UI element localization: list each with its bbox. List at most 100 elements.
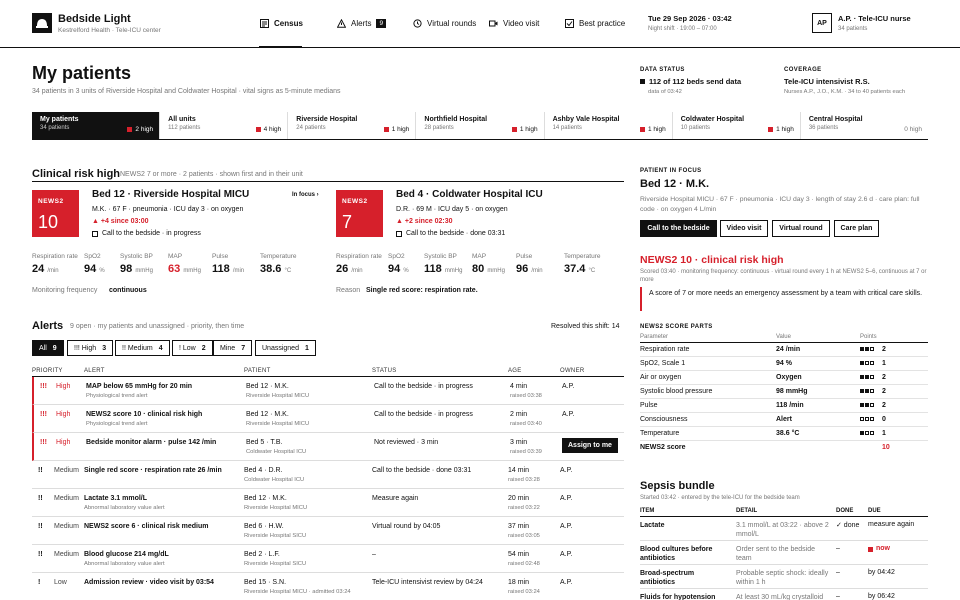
vital-resp: Respiration rate 24 /min bbox=[32, 253, 78, 275]
bundle-row: Fluids for hypotension At least 30 mL/kg … bbox=[640, 589, 928, 600]
filter-all[interactable]: All 9 bbox=[32, 340, 64, 356]
tab-central[interactable]: Central Hospital 36 patients 0 high bbox=[801, 112, 928, 139]
tab-name: Riverside Hospital bbox=[296, 116, 358, 123]
alert-kind: Physiological trend alert bbox=[86, 393, 148, 399]
filter-mine[interactable]: Mine 7 bbox=[213, 340, 253, 356]
score-part-row: Systolic blood pressure 98 mmHg 2 bbox=[640, 385, 928, 399]
points-dots bbox=[860, 389, 874, 393]
bundle-done[interactable]: – bbox=[836, 569, 840, 576]
bundle-done[interactable]: ✓ done bbox=[836, 521, 859, 529]
bundle-done[interactable]: – bbox=[836, 545, 840, 552]
priority-level: Medium bbox=[54, 495, 79, 502]
tab-all-units[interactable]: All units 112 patients 4 high bbox=[160, 112, 289, 139]
alert-raised: raised 03:39 bbox=[510, 449, 542, 455]
bundle-row: Broad-spectrum antibiotics Probable septi… bbox=[640, 565, 928, 589]
assign-to-me-button[interactable]: Assign to me bbox=[562, 438, 618, 453]
in-focus-link[interactable]: In focus › bbox=[292, 192, 319, 198]
user-name: A.P. · Tele-ICU nurse bbox=[838, 14, 911, 23]
nav-alerts[interactable]: Alerts 9 bbox=[337, 19, 387, 28]
alert-patient[interactable]: Bed 12 · M.K. bbox=[246, 383, 309, 390]
alert-patient[interactable]: Bed 6 · H.W. bbox=[244, 523, 306, 530]
alert-raised: raised 03:40 bbox=[510, 421, 542, 427]
alert-raised: raised 02:48 bbox=[508, 561, 540, 567]
coverage-sub: Nurses A.P., J.O., K.M. · 34 to 40 patie… bbox=[784, 89, 906, 95]
alert-status: Measure again bbox=[372, 495, 419, 502]
care-plan-button[interactable]: Care plan bbox=[834, 220, 879, 237]
alert-kind: Abnormal laboratory value alert bbox=[84, 561, 165, 567]
score-part-row: Consciousness Alert 0 bbox=[640, 413, 928, 427]
score-part-row: SpO2, Scale 1 94 % 1 bbox=[640, 357, 928, 371]
score-part-row: Temperature 38.6 °C 1 bbox=[640, 427, 928, 441]
tab-coldwater[interactable]: Coldwater Hospital 10 patients 1 high bbox=[673, 112, 801, 139]
alert-status: Call to the bedside · in progress bbox=[374, 411, 473, 418]
focus-label: PATIENT IN FOCUS bbox=[640, 168, 702, 174]
alert-row[interactable]: ! Low Admission review · video visit by 03… bbox=[32, 573, 624, 600]
patient-bed-title[interactable]: Bed 4 · Coldwater Hospital ICU bbox=[396, 189, 543, 200]
score-part-row: Respiration rate 24 /min 2 bbox=[640, 343, 928, 357]
tab-riverside[interactable]: Riverside Hospital 24 patients 1 high bbox=[288, 112, 417, 139]
alert-patient[interactable]: Bed 12 · M.K. bbox=[246, 411, 309, 418]
part-points: 0 bbox=[882, 416, 886, 423]
alert-owner: A.P. bbox=[560, 467, 573, 474]
nav-census[interactable]: Census bbox=[260, 19, 303, 28]
score-delta: ▲ +4 since 03:00 bbox=[92, 218, 149, 225]
focus-description: Riverside Hospital MICU · 67 F · pneumon… bbox=[640, 196, 920, 213]
nav-best-practice[interactable]: Best practice bbox=[565, 19, 625, 28]
alert-row[interactable]: !!! High Bedside monitor alarm · pulse 142… bbox=[32, 433, 624, 461]
alert-patient[interactable]: Bed 15 · S.N. bbox=[244, 579, 351, 586]
patient-summary: D.R. · 69 M · ICU day 5 · on oxygen bbox=[396, 206, 508, 213]
alert-row[interactable]: !! Medium Single red score · respiration r… bbox=[32, 461, 624, 489]
col-alert: ALERT bbox=[84, 368, 105, 374]
shift-label: Night shift · 19:00 – 07:00 bbox=[648, 26, 717, 32]
priority-mark: !! bbox=[38, 551, 43, 558]
vital-map: MAP 80 mmHg bbox=[472, 253, 505, 275]
nav-virtual-rounds[interactable]: Virtual rounds bbox=[413, 19, 476, 28]
filter-high[interactable]: !!! High 3 bbox=[67, 340, 114, 356]
alert-row[interactable]: !! Medium Blood glucose 214 mg/dL Abnormal … bbox=[32, 545, 624, 573]
alert-row[interactable]: !! Medium Lactate 3.1 mmol/L Abnormal labor… bbox=[32, 489, 624, 517]
alert-age: 2 min bbox=[510, 411, 528, 418]
priority-level: Low bbox=[54, 579, 67, 586]
alert-status: Tele-ICU intensivist review by 04:24 bbox=[372, 579, 483, 586]
alert-row[interactable]: !!! High NEWS2 score 10 · clinical risk hi… bbox=[32, 405, 624, 433]
alert-patient[interactable]: Bed 5 · T.B. bbox=[246, 439, 306, 446]
bundle-done[interactable]: – bbox=[836, 593, 840, 600]
clock-date: Tue 29 Sep 2026 · 03:42 bbox=[648, 14, 732, 23]
alert-row[interactable]: !! Medium NEWS2 score 6 · clinical risk me… bbox=[32, 517, 624, 545]
part-points: 2 bbox=[882, 402, 886, 409]
nav-label: Video visit bbox=[503, 19, 540, 28]
tab-ashby-vale[interactable]: Ashby Vale Hospital 14 patients 1 high bbox=[545, 112, 673, 139]
alert-patient[interactable]: Bed 2 · L.F. bbox=[244, 551, 306, 558]
alert-unit: Coldwater Hospital ICU bbox=[244, 477, 305, 483]
priority-level: Medium bbox=[54, 551, 79, 558]
virtual-round-button[interactable]: Virtual round bbox=[772, 220, 830, 237]
alert-patient[interactable]: Bed 12 · M.K. bbox=[244, 495, 307, 502]
bundle-item: Fluids for hypotension bbox=[640, 594, 716, 600]
action-status: Call to the bedside · done 03:31 bbox=[396, 230, 505, 237]
tab-northfield[interactable]: Northfield Hospital 28 patients 1 high bbox=[416, 112, 545, 139]
filter-medium[interactable]: !! Medium 4 bbox=[115, 340, 170, 356]
rounds-icon bbox=[413, 19, 422, 28]
points-dots bbox=[860, 431, 874, 435]
patient-bed-title[interactable]: Bed 12 · Riverside Hospital MICU bbox=[92, 189, 249, 200]
nav-video-visit[interactable]: Video visit bbox=[489, 19, 539, 28]
alert-patient[interactable]: Bed 4 · D.R. bbox=[244, 467, 304, 474]
part-value: Alert bbox=[776, 416, 792, 423]
call-bedside-button[interactable]: Call to the bedside bbox=[640, 220, 717, 237]
alert-title: NEWS2 score 10 · clinical risk high bbox=[86, 411, 203, 418]
filter-low[interactable]: ! Low 2 bbox=[172, 340, 213, 356]
filter-unassigned[interactable]: Unassigned 1 bbox=[255, 340, 316, 356]
tab-my-patients[interactable]: My patients 34 patients 2 high bbox=[32, 112, 161, 139]
nav-label: Best practice bbox=[579, 19, 626, 28]
action-status-text: Call to the bedside · in progress bbox=[102, 230, 201, 237]
points-dots bbox=[860, 403, 874, 407]
video-visit-button[interactable]: Video visit bbox=[720, 220, 768, 237]
high-count: 4 high bbox=[255, 126, 281, 133]
checklist-icon bbox=[565, 19, 574, 28]
checkbox-icon bbox=[396, 230, 402, 237]
alert-row[interactable]: !!! High MAP below 65 mmHg for 20 min Physi… bbox=[32, 377, 624, 405]
census-icon bbox=[260, 19, 269, 28]
part-value: 24 /min bbox=[776, 346, 801, 353]
focus-alert-title: NEWS2 10 · clinical risk high bbox=[640, 254, 784, 266]
avatar[interactable]: AP bbox=[812, 13, 832, 33]
